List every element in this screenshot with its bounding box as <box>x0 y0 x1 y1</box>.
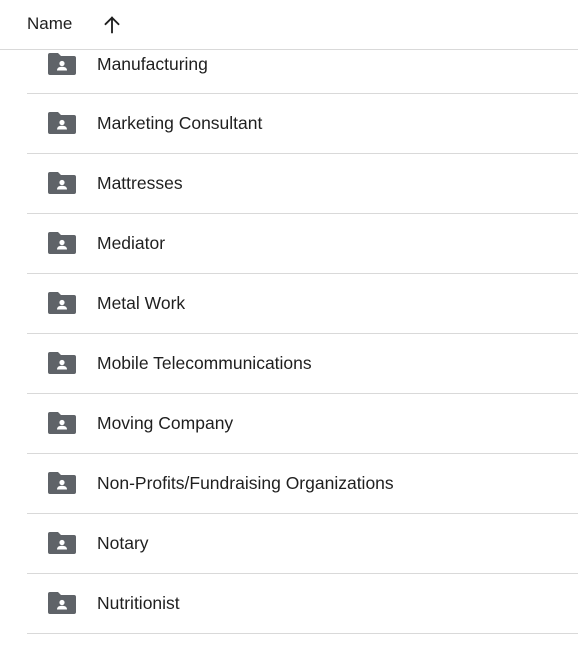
list-item[interactable]: Mediator <box>27 214 578 274</box>
column-header: Name <box>0 0 578 50</box>
shared-folder-icon <box>48 592 76 614</box>
folder-name: Metal Work <box>97 293 186 313</box>
shared-folder-icon <box>48 232 76 254</box>
shared-folder-icon <box>48 112 76 134</box>
list-item[interactable]: Moving Company <box>27 394 578 454</box>
list-item[interactable]: Metal Work <box>27 274 578 334</box>
folder-list: Manufacturing Marketing Consultant Mattr… <box>27 50 578 634</box>
folder-name: Moving Company <box>97 413 234 433</box>
folder-name: Mobile Telecommunications <box>97 353 312 373</box>
shared-folder-icon <box>48 412 76 434</box>
folder-name: Mattresses <box>97 173 183 193</box>
shared-folder-icon <box>48 53 76 75</box>
list-item[interactable]: Mobile Telecommunications <box>27 334 578 394</box>
shared-folder-icon <box>48 352 76 374</box>
list-item[interactable]: Non-Profits/Fundraising Organizations <box>27 454 578 514</box>
list-item[interactable]: Mattresses <box>27 154 578 214</box>
list-item[interactable]: Marketing Consultant <box>27 94 578 154</box>
shared-folder-icon <box>48 292 76 314</box>
list-item[interactable]: Nutritionist <box>27 574 578 634</box>
folder-name: Mediator <box>97 233 166 253</box>
folder-name: Notary <box>97 533 149 553</box>
list-item[interactable]: Manufacturing <box>27 50 578 94</box>
folder-name: Non-Profits/Fundraising Organizations <box>97 473 394 493</box>
folder-name: Marketing Consultant <box>97 113 263 133</box>
folder-name: Nutritionist <box>97 593 180 613</box>
shared-folder-icon <box>48 472 76 494</box>
shared-folder-icon <box>48 532 76 554</box>
arrow-up-icon[interactable] <box>101 14 123 36</box>
list-item[interactable]: Notary <box>27 514 578 574</box>
name-column-header[interactable]: Name <box>27 14 72 34</box>
shared-folder-icon <box>48 172 76 194</box>
folder-name: Manufacturing <box>97 54 208 74</box>
